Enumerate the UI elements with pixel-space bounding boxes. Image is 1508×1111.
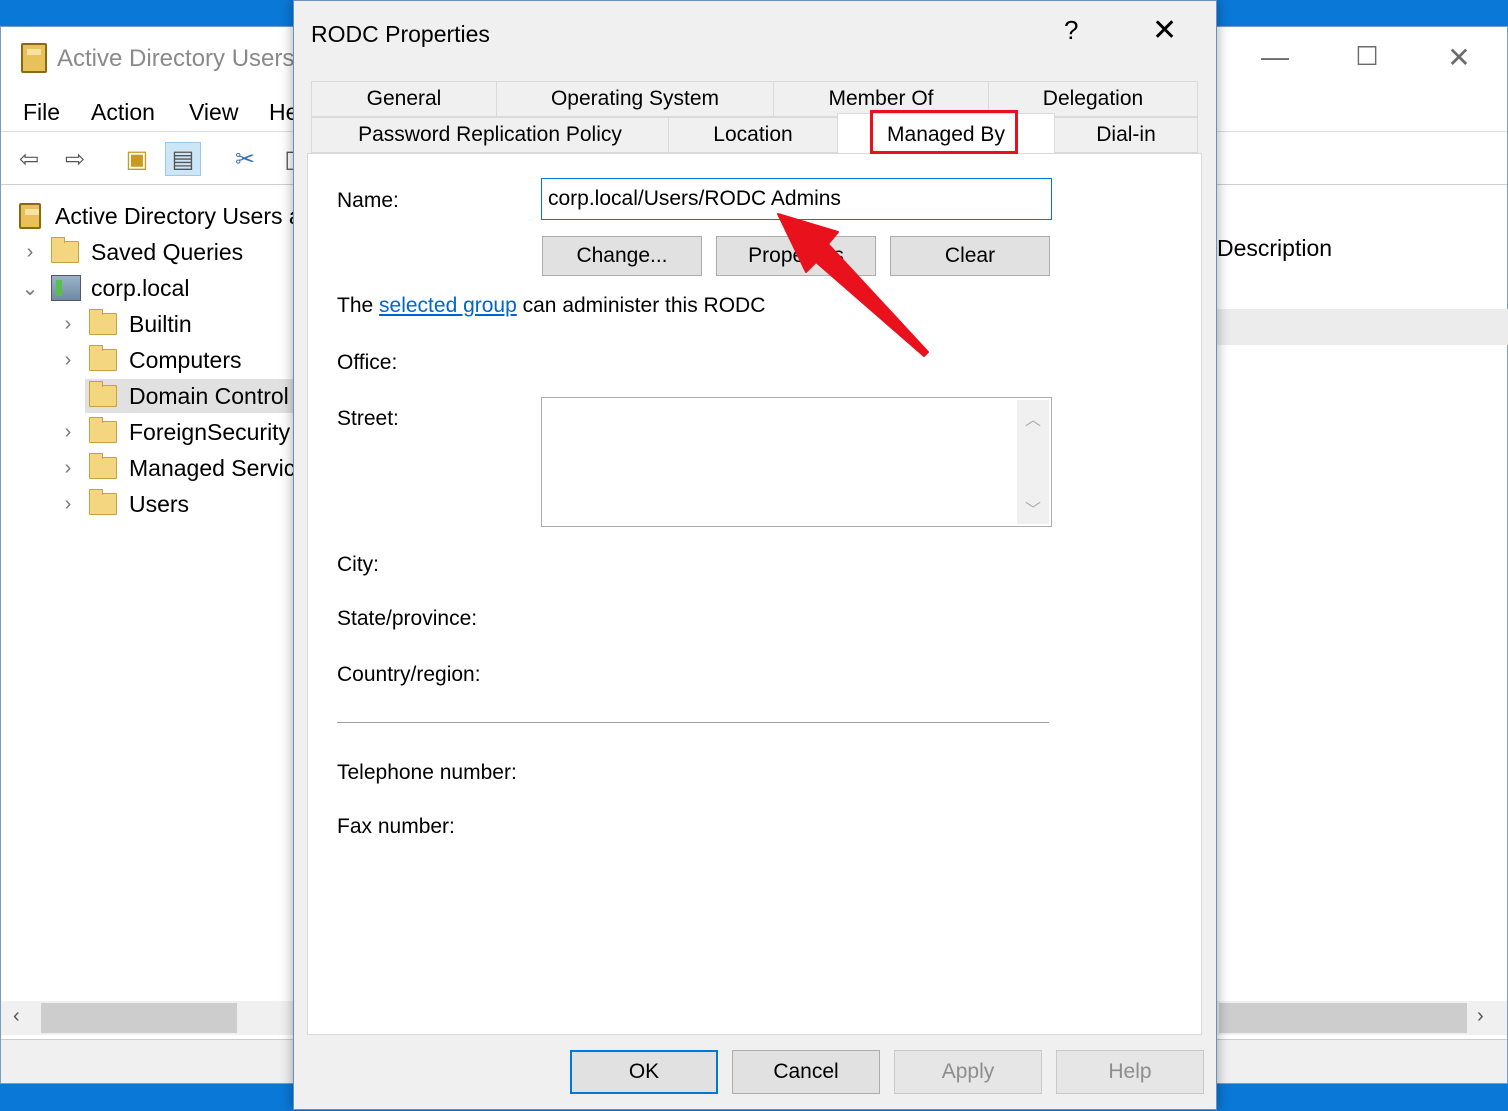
- info-suffix: can administer this RODC: [516, 294, 766, 317]
- console-tree: Active Directory Users a › Saved Queries…: [1, 191, 296, 1027]
- tree-item-computers[interactable]: › Computers: [57, 343, 241, 377]
- menu-view[interactable]: View: [189, 99, 238, 126]
- tab-general[interactable]: General: [311, 81, 497, 117]
- tree-item-label: Users: [129, 490, 190, 517]
- managed-by-info-text: The selected group can administer this R…: [337, 294, 765, 318]
- country-label: Country/region:: [337, 663, 481, 686]
- street-scrollbar: ︿ ﹀: [1017, 400, 1049, 524]
- tab-operating-system[interactable]: Operating System: [496, 81, 774, 117]
- tree-item-label: corp.local: [91, 274, 190, 301]
- info-prefix: The: [337, 294, 380, 317]
- managed-by-panel: Name: Change... Properties Clear The sel…: [307, 153, 1202, 1035]
- folder-icon: [51, 237, 79, 263]
- tree-item-managed-service[interactable]: › Managed Servic: [57, 451, 295, 485]
- tree-item-root[interactable]: Active Directory Users a: [19, 199, 296, 233]
- tab-dial-in[interactable]: Dial-in: [1054, 117, 1198, 153]
- close-icon[interactable]: ✕: [1439, 41, 1479, 74]
- name-label: Name:: [337, 189, 399, 212]
- street-field: ︿ ﹀: [541, 397, 1052, 527]
- minimize-icon[interactable]: —: [1255, 41, 1295, 73]
- scroll-down-icon: ﹀: [1025, 502, 1042, 519]
- folder-icon: [89, 417, 117, 443]
- close-icon[interactable]: ✕: [1152, 13, 1177, 48]
- managed-by-name-field[interactable]: [541, 178, 1052, 220]
- scroll-left-icon[interactable]: ‹: [13, 1005, 20, 1028]
- tree-item-foreign-security[interactable]: › ForeignSecurity: [57, 415, 290, 449]
- fax-label: Fax number:: [337, 815, 455, 838]
- chevron-down-icon[interactable]: ⌄: [19, 276, 41, 301]
- folder-icon: [89, 489, 117, 515]
- folder-icon: [89, 345, 117, 371]
- folder-icon: [89, 453, 117, 479]
- forward-arrow-icon[interactable]: ⇨: [57, 142, 93, 176]
- tree-item-users[interactable]: › Users: [57, 487, 189, 521]
- tree-item-label: Computers: [129, 346, 242, 373]
- state-label: State/province:: [337, 607, 478, 630]
- tree-item-label: Domain Control: [129, 382, 289, 409]
- tree-item-saved-queries[interactable]: › Saved Queries: [19, 235, 243, 269]
- scroll-right-icon[interactable]: ›: [1477, 1005, 1484, 1028]
- tree-item-label: Builtin: [129, 310, 192, 337]
- chevron-right-icon[interactable]: ›: [57, 457, 79, 480]
- back-arrow-icon[interactable]: ⇦: [11, 142, 47, 176]
- tree-item-label: ForeignSecurity: [129, 418, 291, 445]
- scrollbar-thumb[interactable]: [41, 1003, 237, 1033]
- properties-button[interactable]: Properties: [716, 236, 876, 276]
- up-folder-icon[interactable]: ▣: [119, 142, 155, 176]
- tree-item-label: Saved Queries: [91, 238, 244, 265]
- domain-icon: [51, 275, 81, 301]
- description-column-header[interactable]: Description: [1217, 235, 1332, 262]
- menu-file[interactable]: File: [23, 99, 60, 126]
- dialog-title: RODC Properties: [311, 21, 490, 47]
- telephone-label: Telephone number:: [337, 761, 517, 784]
- chevron-right-icon[interactable]: ›: [19, 241, 41, 264]
- folder-icon: [89, 309, 117, 335]
- tab-password-replication-policy[interactable]: Password Replication Policy: [311, 117, 669, 153]
- chevron-right-icon[interactable]: ›: [57, 349, 79, 372]
- office-label: Office:: [337, 351, 398, 374]
- ok-button[interactable]: OK: [570, 1050, 718, 1094]
- help-button: Help: [1056, 1050, 1204, 1094]
- clear-button[interactable]: Clear: [890, 236, 1050, 276]
- selected-group-link[interactable]: selected group: [379, 294, 517, 317]
- cancel-button[interactable]: Cancel: [732, 1050, 880, 1094]
- chevron-right-icon[interactable]: ›: [57, 493, 79, 516]
- help-icon[interactable]: ?: [1064, 15, 1078, 46]
- managed-by-highlight-box: [870, 110, 1018, 154]
- tree-item-label: Active Directory Users a: [55, 202, 296, 229]
- street-label: Street:: [337, 407, 399, 430]
- chevron-right-icon[interactable]: ›: [57, 421, 79, 444]
- tree-item-corp-local[interactable]: ⌄ corp.local: [19, 271, 189, 305]
- tree-item-domain-controllers[interactable]: Domain Control: [85, 379, 295, 413]
- city-label: City:: [337, 553, 379, 576]
- rodc-properties-dialog: RODC Properties ? ✕ General Operating Sy…: [293, 0, 1217, 1110]
- ou-icon: [89, 381, 117, 407]
- apply-button: Apply: [894, 1050, 1042, 1094]
- aduc-icon: [19, 203, 41, 229]
- chevron-right-icon[interactable]: ›: [57, 313, 79, 336]
- tree-item-label: Managed Servic: [129, 454, 296, 481]
- maximize-icon[interactable]: ☐: [1347, 41, 1387, 72]
- list-item[interactable]: [1217, 309, 1508, 345]
- menu-action[interactable]: Action: [91, 99, 155, 126]
- scrollbar-thumb[interactable]: [1219, 1003, 1467, 1033]
- tree-item-builtin[interactable]: › Builtin: [57, 307, 192, 341]
- show-console-tree-icon[interactable]: ▤: [165, 142, 201, 176]
- cut-icon[interactable]: ✂: [227, 142, 263, 176]
- separator: [337, 722, 1049, 723]
- change-button[interactable]: Change...: [542, 236, 702, 276]
- tab-location[interactable]: Location: [668, 117, 838, 153]
- scroll-up-icon: ︿: [1025, 412, 1042, 429]
- aduc-window-title: Active Directory Users: [57, 45, 295, 72]
- aduc-app-icon: [21, 43, 47, 73]
- tab-delegation[interactable]: Delegation: [988, 81, 1198, 117]
